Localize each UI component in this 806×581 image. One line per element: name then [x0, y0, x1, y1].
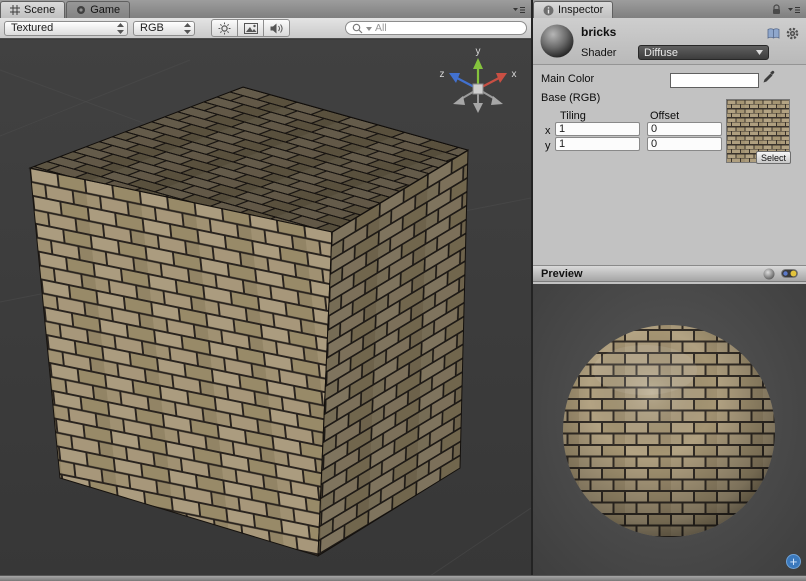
inspector-panel-menu-icon[interactable] — [783, 3, 803, 16]
search-icon — [352, 23, 363, 34]
preview-header-icons — [763, 268, 798, 280]
tab-game[interactable]: Game — [66, 1, 130, 18]
audio-toggle-button[interactable] — [263, 19, 290, 37]
window-bottom-edge — [0, 575, 806, 581]
inspector-panel: Inspector bricks Shader Diffuse — [533, 0, 806, 576]
preview-section: Preview — [533, 265, 806, 576]
search-input[interactable] — [375, 22, 520, 34]
tiling-x-input[interactable] — [555, 122, 640, 136]
lighting-toggle-button[interactable] — [211, 19, 238, 37]
search-filter-caret-icon — [366, 26, 372, 31]
gizmo-center-cube[interactable] — [473, 84, 483, 94]
grid-icon — [10, 5, 20, 15]
draw-mode-value: Textured — [11, 22, 53, 34]
scene-tabbar: Scene Game — [0, 0, 531, 19]
shader-label: Shader — [581, 47, 616, 59]
inspector-lock-icon[interactable] — [769, 3, 783, 16]
shader-value: Diffuse — [644, 47, 678, 59]
tab-inspector-label: Inspector — [558, 4, 603, 16]
base-rgb-label: Base (RGB) — [541, 92, 600, 104]
offset-header: Offset — [650, 110, 679, 122]
offset-x-input[interactable] — [647, 122, 722, 136]
preview-header[interactable]: Preview — [533, 265, 806, 282]
inspector-tabbar: Inspector — [533, 0, 806, 19]
chevron-down-icon — [756, 50, 763, 55]
preview-title: Preview — [541, 268, 583, 280]
image-icon — [244, 23, 258, 34]
gizmo-y-label: y — [476, 46, 481, 57]
color-mode-value: RGB — [140, 22, 164, 34]
help-book-icon[interactable] — [767, 28, 780, 39]
info-icon — [543, 5, 554, 16]
material-preview-icon — [539, 23, 575, 64]
offset-y-input[interactable] — [647, 137, 722, 151]
tiling-header: Tiling — [560, 110, 586, 122]
scene-search-field[interactable] — [345, 21, 527, 35]
tab-scene[interactable]: Scene — [0, 1, 65, 18]
preview-model-icon[interactable] — [763, 268, 775, 280]
preview-area[interactable]: + — [533, 284, 806, 576]
tab-game-label: Game — [90, 4, 120, 16]
tab-inspector[interactable]: Inspector — [533, 1, 613, 18]
shader-dropdown[interactable]: Diffuse — [638, 45, 769, 60]
effects-toggle-button[interactable] — [237, 19, 264, 37]
material-header-icons — [767, 27, 799, 40]
scene-panel-menu-icon[interactable] — [508, 3, 528, 16]
gizmo-x-label: x — [512, 69, 517, 80]
material-name: bricks — [581, 25, 616, 39]
updown-arrows-icon — [184, 23, 191, 34]
speaker-icon — [270, 23, 283, 34]
tab-scene-label: Scene — [24, 4, 55, 16]
scene-panel: Scene Game Textured RGB — [0, 0, 531, 576]
gizmo-z-label: z — [440, 69, 445, 80]
sun-icon — [218, 22, 231, 35]
eyedropper-icon[interactable] — [762, 70, 776, 89]
preview-sphere[interactable] — [533, 284, 806, 576]
scene-viewport[interactable]: y x z — [0, 40, 531, 576]
tiling-y-input[interactable] — [555, 137, 640, 151]
main-color-swatch[interactable] — [670, 73, 759, 88]
draw-mode-dropdown[interactable]: Textured — [4, 21, 128, 36]
axis-y-label: y — [545, 140, 551, 152]
preview-add-button[interactable]: + — [786, 554, 801, 569]
updown-arrows-icon — [117, 23, 124, 34]
settings-gear-icon[interactable] — [786, 27, 799, 40]
scene-toggle-group — [211, 19, 290, 37]
axis-x-label: x — [545, 125, 551, 137]
game-icon — [76, 5, 86, 15]
main-color-label: Main Color — [541, 73, 594, 85]
select-texture-button[interactable]: Select — [756, 151, 791, 164]
color-mode-dropdown[interactable]: RGB — [133, 21, 195, 36]
scene-toolbar: Textured RGB — [0, 18, 531, 39]
material-header: bricks Shader Diffuse — [533, 18, 806, 65]
brick-cube[interactable] — [30, 87, 468, 556]
preview-light-toggle-icon[interactable] — [781, 269, 798, 278]
